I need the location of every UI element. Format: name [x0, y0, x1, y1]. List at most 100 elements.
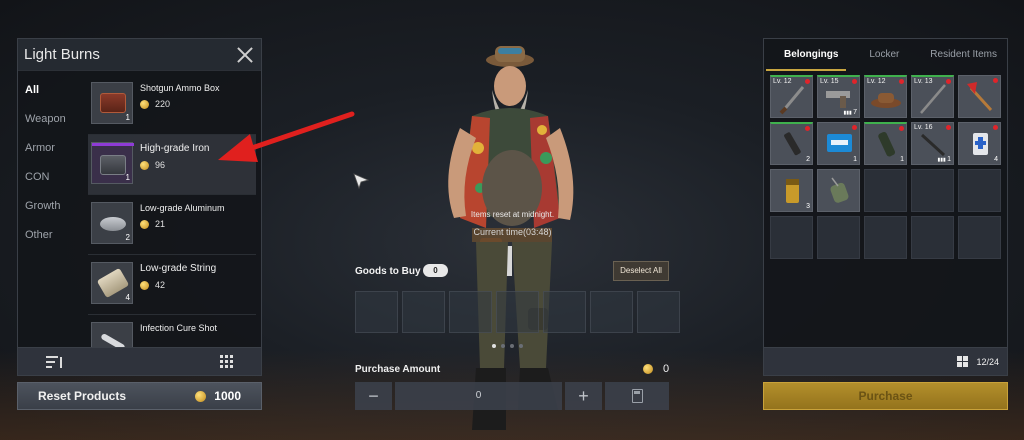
goods-slot[interactable] [637, 291, 680, 333]
inventory-slot[interactable]: 2 [770, 122, 813, 165]
item-count: 1 [853, 156, 857, 163]
item-level: Lv. 13 [914, 78, 933, 85]
category-armor[interactable]: Armor [18, 137, 84, 166]
inventory-slot[interactable]: 4 [958, 122, 1001, 165]
item-name: Low-grade Aluminum [140, 203, 225, 213]
shop-header: Light Burns [18, 39, 261, 71]
purchase-button[interactable]: Purchase [763, 382, 1008, 410]
inventory-panel: Belongings Locker Resident Items Lv. 12 L… [763, 38, 1008, 376]
reset-cost: 1000 [195, 389, 241, 403]
goods-slot[interactable] [449, 291, 492, 333]
item-level: Lv. 16 [914, 124, 933, 131]
page-dot[interactable] [519, 344, 523, 348]
new-item-dot-icon [899, 79, 904, 84]
aluminum-icon: 2 [91, 202, 133, 244]
category-growth[interactable]: Growth [18, 195, 84, 224]
inventory-slot-empty[interactable] [864, 169, 907, 212]
item-name: Low-grade String [140, 263, 217, 274]
first-aid-box-icon [818, 123, 861, 171]
tab-resident-items[interactable]: Resident Items [930, 39, 997, 71]
inventory-slot-empty[interactable] [817, 216, 860, 259]
shop-item-infection-cure-shot[interactable]: Infection Cure Shot [88, 315, 256, 347]
category-other[interactable]: Other [18, 224, 84, 253]
bandage-roll-icon [865, 124, 908, 172]
inventory-slot[interactable]: Lv. 16 ▮▮▮ 1 [911, 122, 954, 165]
minus-button[interactable]: − [355, 382, 392, 410]
goods-slot[interactable] [355, 291, 398, 333]
new-item-dot-icon [899, 126, 904, 131]
sort-icon[interactable] [46, 355, 64, 369]
grid-view-icon[interactable] [220, 355, 233, 368]
page-dot[interactable] [501, 344, 505, 348]
coin-icon [140, 280, 149, 290]
ammo-box-icon: 1 [91, 82, 133, 124]
deselect-all-button[interactable]: Deselect All [613, 261, 669, 281]
goods-slot[interactable] [590, 291, 633, 333]
inventory-capacity: 12/24 [976, 356, 999, 367]
fire-axe-icon [959, 76, 1002, 124]
category-all[interactable]: All [18, 79, 84, 108]
shop-panel: Light Burns All Weapon Armor CON Growth … [17, 38, 262, 376]
string-icon: 4 [91, 262, 133, 304]
layout-icon[interactable] [957, 356, 969, 367]
new-item-dot-icon [805, 126, 810, 131]
tab-belongings[interactable]: Belongings [765, 39, 847, 71]
new-item-dot-icon [993, 78, 998, 83]
calculator-button[interactable] [605, 382, 669, 410]
inventory-grid: Lv. 12 Lv. 15 ▮▮▮ 7 Lv. 12 Lv. 13 2 1 1 Lv. 16 ▮▮… [770, 75, 1001, 259]
inventory-slot[interactable]: Lv. 15 ▮▮▮ 7 [817, 75, 860, 118]
inventory-footer: 12/24 [764, 347, 1007, 375]
dog-tag-icon [818, 170, 861, 218]
item-count: ▮▮▮ 7 [843, 109, 857, 116]
red-arrow-icon [218, 111, 355, 162]
category-weapon[interactable]: Weapon [18, 108, 84, 137]
coin-icon [195, 390, 207, 402]
goods-count-badge: 0 [423, 264, 448, 277]
inventory-slot[interactable]: Lv. 13 [911, 75, 954, 118]
inventory-tabs: Belongings Locker Resident Items [764, 39, 1007, 71]
category-con[interactable]: CON [18, 166, 84, 195]
category-list: All Weapon Armor CON Growth Other [18, 79, 84, 253]
survivor-character [448, 46, 574, 430]
item-count: 2 [806, 156, 810, 163]
inventory-slot[interactable] [817, 169, 860, 212]
inventory-slot[interactable] [958, 75, 1001, 118]
inventory-slot-empty[interactable] [958, 169, 1001, 212]
inventory-slot[interactable]: 1 [864, 122, 907, 165]
tab-locker[interactable]: Locker [869, 39, 899, 71]
inventory-slot-empty[interactable] [770, 216, 813, 259]
reset-note: Items reset at midnight. [470, 210, 555, 219]
reset-products-button[interactable]: Reset Products 1000 [17, 382, 262, 410]
inventory-slot[interactable]: 1 [817, 122, 860, 165]
item-price: 21 [140, 219, 225, 229]
plus-button[interactable]: + [565, 382, 602, 410]
page-indicator [492, 344, 523, 348]
goods-slot[interactable] [543, 291, 586, 333]
shop-item-low-grade-aluminum[interactable]: 2 Low-grade Aluminum 21 [88, 195, 256, 255]
current-time: Current time(03:48) [473, 227, 552, 237]
inventory-slot[interactable]: Lv. 12 [770, 75, 813, 118]
close-icon[interactable] [235, 45, 255, 65]
inventory-slot-empty[interactable] [911, 216, 954, 259]
inventory-slot[interactable]: Lv. 12 [864, 75, 907, 118]
flashlight-icon [771, 124, 814, 172]
new-item-dot-icon [946, 79, 951, 84]
medicine-bottle-icon [959, 123, 1002, 171]
calculator-icon [631, 389, 643, 403]
new-item-dot-icon [805, 79, 810, 84]
inventory-slot-empty[interactable] [911, 169, 954, 212]
amount-input[interactable]: 0 [395, 382, 562, 410]
page-dot[interactable] [492, 344, 496, 348]
inventory-slot[interactable]: 3 [770, 169, 813, 212]
inventory-slot-empty[interactable] [958, 216, 1001, 259]
item-count: 3 [806, 203, 810, 210]
goods-slot[interactable] [496, 291, 539, 333]
new-item-dot-icon [946, 125, 951, 130]
ammo-icon: ▮▮▮ [937, 157, 948, 163]
purchase-total: 0 [643, 363, 669, 375]
shop-footer [18, 347, 261, 375]
page-dot[interactable] [510, 344, 514, 348]
goods-slot[interactable] [402, 291, 445, 333]
inventory-slot-empty[interactable] [864, 216, 907, 259]
shop-item-low-grade-string[interactable]: 4 Low-grade String 42 [88, 255, 256, 315]
